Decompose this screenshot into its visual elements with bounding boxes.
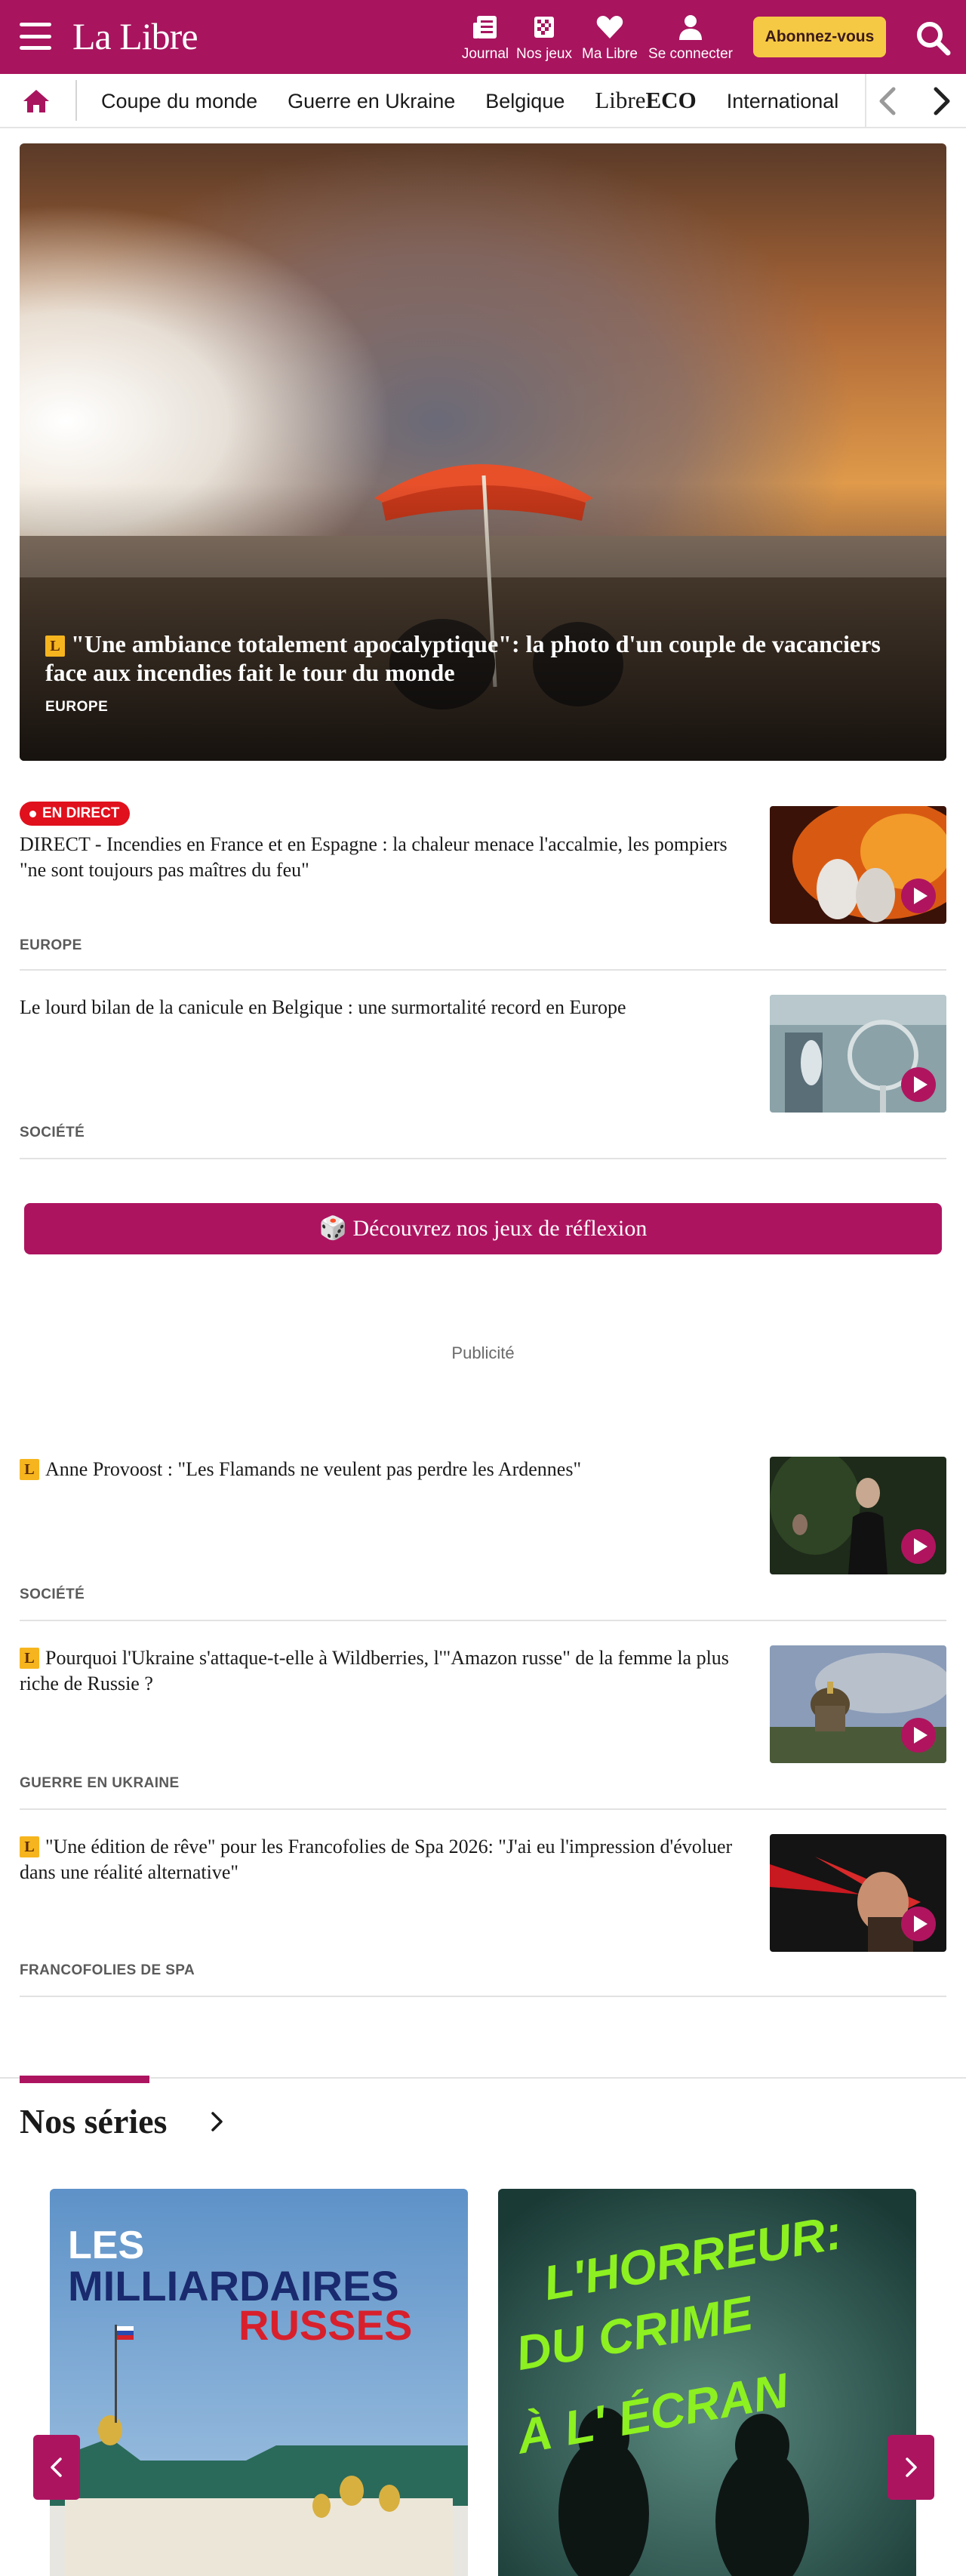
carousel-prev-button[interactable] — [33, 2435, 80, 2500]
nav-item-libre-eco[interactable]: LibreECO — [595, 74, 696, 127]
chevron-right-icon — [906, 2458, 917, 2477]
article-item[interactable]: EN DIRECT DIRECT - Incendies en France e… — [20, 802, 946, 971]
article-title[interactable]: L Pourquoi l'Ukraine s'attaque-t-elle à W… — [20, 1645, 744, 1697]
site-logo[interactable]: La Libre — [72, 12, 198, 60]
article-title-text: Anne Provoost : "Les Flamands ne veulent… — [45, 1458, 582, 1480]
article-category[interactable]: EUROPE — [20, 937, 82, 954]
hero-title: L "Une ambiance totalement apocalyptique"… — [45, 629, 921, 687]
article-title-text: Pourquoi l'Ukraine s'attaque-t-elle à Wi… — [20, 1647, 729, 1694]
ad-label: Publicité — [451, 1343, 515, 1362]
series-title[interactable]: Nos séries — [20, 2101, 167, 2141]
article-category[interactable]: SOCIÉTÉ — [20, 1125, 85, 1141]
play-icon — [901, 1907, 936, 1941]
article-thumbnail[interactable] — [770, 1834, 946, 1952]
article-thumbnail[interactable] — [770, 995, 946, 1113]
article-title[interactable]: DIRECT - Incendies en France et en Espag… — [20, 832, 744, 883]
series-accent-bar — [20, 2076, 149, 2083]
play-icon — [901, 1529, 936, 1564]
games-grid-icon — [534, 17, 554, 38]
play-icon — [901, 1718, 936, 1753]
premium-badge: L — [20, 1836, 39, 1857]
nav-items: Coupe du monde Guerre en Ukraine Belgique L… — [101, 74, 868, 127]
nav-divider — [75, 80, 77, 121]
article-title[interactable]: L "Une édition de rêve" pour les Francofo… — [20, 1834, 744, 1885]
article-title-text: "Une édition de rêve" pour les Francofol… — [20, 1836, 733, 1883]
chevron-left-icon[interactable] — [871, 83, 907, 119]
article-item[interactable]: L "Une édition de rêve" pour les Francofo… — [20, 1834, 946, 1997]
hero-article[interactable]: L "Une ambiance totalement apocalyptique"… — [20, 143, 946, 761]
search-icon[interactable] — [915, 20, 951, 56]
games-promo-button[interactable]: 🎲 Découvrez nos jeux de réflexion — [24, 1203, 942, 1254]
user-icon — [679, 15, 702, 40]
card-text-1: LES — [68, 2224, 144, 2267]
article-title[interactable]: Le lourd bilan de la canicule en Belgiqu… — [20, 995, 744, 1020]
hamburger-menu-icon[interactable] — [20, 23, 51, 50]
carousel-next-button[interactable] — [888, 2435, 934, 2500]
login-label: Se connecter — [648, 46, 733, 62]
premium-badge: L — [45, 636, 65, 657]
newspaper-icon — [473, 16, 497, 38]
article-thumbnail[interactable] — [770, 1645, 946, 1763]
chevron-left-icon — [51, 2458, 62, 2477]
section-nav: Coupe du monde Guerre en Ukraine Belgique L… — [0, 74, 966, 128]
series-card[interactable]: L'HORREUR: DU CRIME À L' ÉCRAN — [498, 2189, 916, 2576]
chevron-right-icon[interactable] — [205, 2110, 228, 2133]
hero-category[interactable]: EUROPE — [45, 699, 108, 716]
article-title[interactable]: L Anne Provoost : "Les Flamands ne veulen… — [20, 1457, 744, 1482]
libre-eco-eco: ECO — [645, 87, 697, 113]
ma-libre-label: Ma Libre — [582, 46, 638, 62]
article-item[interactable]: Le lourd bilan de la canicule en Belgiqu… — [20, 995, 946, 1159]
subscribe-button[interactable]: Abonnez-vous — [753, 17, 886, 57]
series-cover-milliardaires: LES MILLIARDAIRES RUSSES — [50, 2189, 468, 2576]
article-thumbnail[interactable] — [770, 1457, 946, 1574]
play-icon — [901, 879, 936, 913]
nav-item-international[interactable]: International — [727, 75, 839, 127]
card-text-3: RUSSES — [238, 2301, 412, 2349]
home-icon[interactable] — [21, 88, 51, 115]
live-badge: EN DIRECT — [20, 802, 131, 826]
article-item[interactable]: L Pourquoi l'Ukraine s'attaque-t-elle à W… — [20, 1645, 946, 1810]
article-category[interactable]: SOCIÉTÉ — [20, 1587, 85, 1603]
top-bar: La Libre Journal Nos jeux Ma Libre Se co… — [0, 0, 966, 74]
series-card[interactable]: LES MILLIARDAIRES RUSSES — [50, 2189, 468, 2576]
hero-title-text: "Une ambiance totalement apocalyptique":… — [45, 630, 881, 686]
premium-badge: L — [20, 1459, 39, 1480]
series-cover-horreur: L'HORREUR: DU CRIME À L' ÉCRAN — [498, 2189, 916, 2576]
login-button[interactable]: Se connecter — [646, 12, 735, 63]
article-thumbnail[interactable] — [770, 806, 946, 924]
ma-libre-button[interactable]: Ma Libre — [565, 12, 654, 63]
article-category[interactable]: FRANCOFOLIES DE SPA — [20, 1962, 195, 1979]
nav-item-guerre-en-ukraine[interactable]: Guerre en Ukraine — [288, 75, 455, 127]
article-item[interactable]: L Anne Provoost : "Les Flamands ne veulen… — [20, 1457, 946, 1621]
nav-item-coupe-du-monde[interactable]: Coupe du monde — [101, 75, 257, 127]
premium-badge: L — [20, 1648, 39, 1669]
nav-item-belgique[interactable]: Belgique — [485, 75, 565, 127]
article-category[interactable]: GUERRE EN UKRAINE — [20, 1775, 180, 1792]
heart-icon — [596, 16, 623, 38]
chevron-right-icon[interactable] — [922, 83, 958, 119]
libre-eco-libre: Libre — [595, 87, 646, 113]
play-icon — [901, 1067, 936, 1102]
